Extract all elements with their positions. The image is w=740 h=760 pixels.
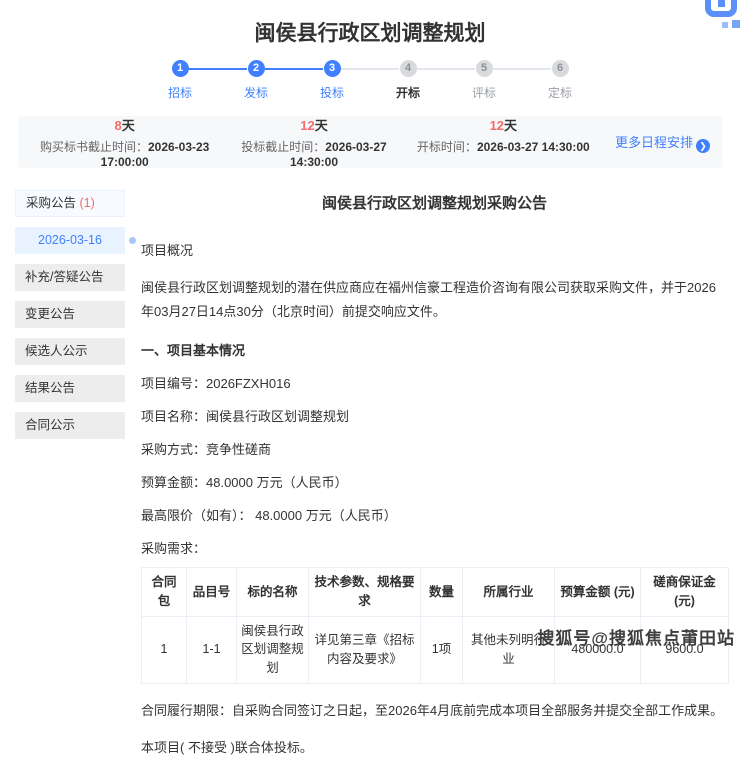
- step-number-badge: 4: [400, 60, 417, 77]
- sidebar-item-count: (1): [80, 196, 95, 210]
- schedule-days: 8天: [30, 115, 219, 134]
- section1-heading: 一、项目基本情况: [141, 340, 728, 359]
- step-label: 定标: [522, 84, 598, 101]
- table-cell: 闽侯县行政区划调整规划: [237, 616, 309, 683]
- table-cell: 1项: [421, 616, 463, 683]
- step-connector: [265, 68, 323, 70]
- step-number-badge: 5: [476, 60, 493, 77]
- content-layout: 采购公告 (1) 2026-03-16 补充/答疑公告变更公告候选人公示结果公告合同…: [0, 168, 740, 760]
- project-field: 采购需求：: [141, 538, 728, 557]
- table-header-cell: 技术参数、规格要求: [309, 568, 421, 617]
- schedule-deadline-label: 投标截止时间：: [241, 140, 325, 154]
- schedule-item: 12天开标时间：2026-03-27 14:30:00: [409, 115, 598, 169]
- project-field: 项目编号：2026FZXH016: [141, 373, 728, 392]
- site-logo-qr-icon: [694, 0, 740, 38]
- table-header-cell: 预算金额 (元): [555, 568, 641, 617]
- stepper-step-投标: 3 投标: [294, 60, 370, 101]
- step-number-badge: 1: [172, 60, 189, 77]
- step-label: 发标: [218, 84, 294, 101]
- sidebar-item-label: 结果公告: [25, 381, 75, 395]
- project-field: 最高限价（如有）： 48.0000 万元（人民币）: [141, 505, 728, 524]
- table-header-cell: 标的名称: [237, 568, 309, 617]
- schedule-bar: 8天购买标书截止时间：2026-03-23 17:00:0012天投标截止时间：…: [18, 116, 722, 168]
- step-label: 开标: [370, 84, 446, 101]
- schedule-deadline: 购买标书截止时间：2026-03-23 17:00:00: [30, 138, 219, 169]
- sidebar-item-2026-03-16[interactable]: 2026-03-16: [15, 227, 125, 254]
- step-number-badge: 6: [552, 60, 569, 77]
- schedule-deadline-label: 购买标书截止时间：: [40, 140, 148, 154]
- schedule-deadline-value: 2026-03-27 14:30:00: [477, 140, 590, 154]
- schedule-days-number: 8: [115, 118, 122, 133]
- more-schedule-label: 更多日程安排: [615, 135, 693, 150]
- sidebar-item-label: 合同公示: [25, 418, 75, 432]
- stepper-step-评标: 5 评标: [446, 60, 522, 101]
- table-cell: 1-1: [187, 616, 237, 683]
- stepper-step-定标: 6 定标: [522, 60, 598, 101]
- table-cell: 1: [142, 616, 187, 683]
- project-field: 预算金额：48.0000 万元（人民币）: [141, 472, 728, 491]
- sidebar-item-label: 候选人公示: [25, 344, 88, 358]
- sidebar-item-label: 采购公告: [26, 196, 76, 210]
- schedule-days-number: 12: [300, 118, 314, 133]
- contract-term-text: 合同履行期限：自采购合同签订之日起，至2026年4月底前完成本项目全部服务并提交…: [141, 699, 728, 723]
- table-header-row: 合同包品目号标的名称技术参数、规格要求数量所属行业预算金额 (元)磋商保证金 (…: [142, 568, 729, 617]
- schedule-deadline: 投标截止时间：2026-03-27 14:30:00: [219, 138, 408, 169]
- schedule-deadline-label: 开标时间：: [417, 140, 477, 154]
- sidebar-item-变更公告[interactable]: 变更公告: [15, 301, 125, 328]
- schedule-days: 12天: [409, 115, 598, 134]
- overview-heading: 项目概况: [141, 239, 728, 263]
- stepper-step-发标: 2 发标: [218, 60, 294, 101]
- schedule-item: 12天投标截止时间：2026-03-27 14:30:00: [219, 115, 408, 169]
- stepper-step-招标: 1 招标: [142, 60, 218, 101]
- sidebar-item-结果公告[interactable]: 结果公告: [15, 375, 125, 402]
- stepper-step-开标: 4 开标: [370, 60, 446, 101]
- sidebar-item-label: 2026-03-16: [38, 233, 102, 247]
- project-field: 项目名称：闽侯县行政区划调整规划: [141, 406, 728, 425]
- overview-text: 闽侯县行政区划调整规划的潜在供应商应在福州信豪工程造价咨询有限公司获取采购文件，…: [141, 276, 728, 324]
- schedule-items: 8天购买标书截止时间：2026-03-23 17:00:0012天投标截止时间：…: [30, 115, 598, 169]
- sidebar-item-候选人公示[interactable]: 候选人公示: [15, 338, 125, 365]
- sidebar-item-合同公示[interactable]: 合同公示: [15, 412, 125, 439]
- project-field: 采购方式：竞争性磋商: [141, 439, 728, 458]
- announcement-body: 闽侯县行政区划调整规划采购公告 项目概况 闽侯县行政区划调整规划的潜在供应商应在…: [125, 190, 728, 760]
- sidebar-item-label: 补充/答疑公告: [25, 270, 103, 284]
- joint-bid-text: 本项目( 不接受 )联合体投标。: [141, 736, 728, 760]
- table-cell: 详见第三章《招标内容及要求》: [309, 616, 421, 683]
- table-header-cell: 磋商保证金 (元): [641, 568, 729, 617]
- step-connector: [417, 68, 475, 70]
- table-header-cell: 数量: [421, 568, 463, 617]
- step-connector: [189, 68, 247, 70]
- step-number-badge: 3: [324, 60, 341, 77]
- sidebar-item-补充/答疑公告[interactable]: 补充/答疑公告: [15, 264, 125, 291]
- step-connector: [493, 68, 551, 70]
- sidebar-item-采购公告[interactable]: 采购公告 (1): [15, 190, 125, 217]
- step-number-badge: 2: [248, 60, 265, 77]
- project-fields: 项目编号：2026FZXH016 项目名称：闽侯县行政区划调整规划采购方式：竞争性…: [141, 373, 728, 557]
- more-schedule-link[interactable]: 更多日程安排❯: [598, 132, 710, 153]
- schedule-deadline: 开标时间：2026-03-27 14:30:00: [409, 138, 598, 155]
- schedule-days: 12天: [219, 115, 408, 134]
- step-label: 投标: [294, 84, 370, 101]
- schedule-days-number: 12: [490, 118, 504, 133]
- page-title: 闽侯县行政区划调整规划: [0, 0, 740, 47]
- schedule-item: 8天购买标书截止时间：2026-03-23 17:00:00: [30, 115, 219, 169]
- table-header-cell: 合同包: [142, 568, 187, 617]
- sidebar-item-label: 变更公告: [25, 307, 75, 321]
- table-header-cell: 品目号: [187, 568, 237, 617]
- step-label: 招标: [142, 84, 218, 101]
- step-label: 评标: [446, 84, 522, 101]
- watermark-text: 搜狐号@搜狐焦点莆田站: [537, 624, 735, 649]
- timeline-dot-icon: [129, 237, 136, 244]
- step-connector: [341, 68, 399, 70]
- chevron-right-icon: ❯: [696, 139, 710, 153]
- announcement-title: 闽侯县行政区划调整规划采购公告: [141, 192, 728, 213]
- announcement-sidebar: 采购公告 (1) 2026-03-16 补充/答疑公告变更公告候选人公示结果公告合同…: [15, 190, 125, 760]
- progress-stepper: 1 招标 2 发标 3 投标 4 开标 5 评标 6 定标: [0, 60, 740, 101]
- table-header-cell: 所属行业: [463, 568, 555, 617]
